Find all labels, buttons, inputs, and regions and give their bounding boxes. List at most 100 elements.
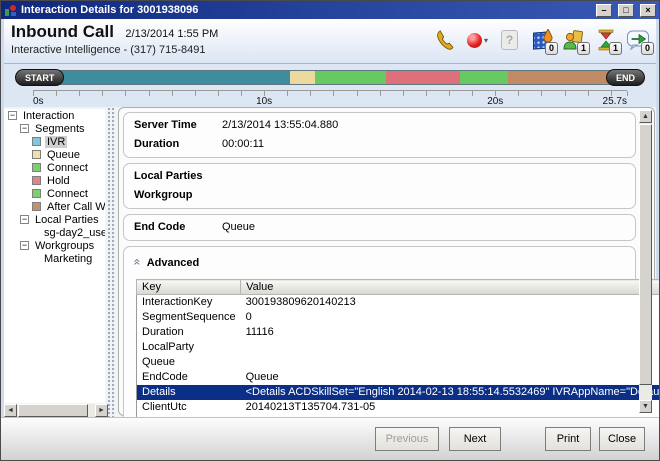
tree-horizontal-scrollbar[interactable]: ◄ ►	[4, 404, 108, 417]
tree-item-local-party-user[interactable]: sg-day2_user	[4, 226, 105, 239]
scroll-up-icon[interactable]: ▲	[639, 110, 652, 123]
tree-item-label[interactable]: Workgroups	[33, 240, 96, 252]
tree-item-segment[interactable]: After Call Wo	[4, 200, 105, 213]
tree-item-workgroups[interactable]: − Workgroups	[4, 239, 105, 252]
maximize-button[interactable]: □	[618, 4, 634, 17]
main-area: − Interaction − Segments IVRQueueConnect…	[4, 107, 656, 417]
collapse-icon[interactable]: −	[8, 111, 17, 120]
record-button[interactable]: ▾	[465, 26, 490, 54]
secure-pause-button-disabled: ?	[497, 26, 522, 54]
collapse-icon[interactable]: −	[20, 215, 29, 224]
advanced-label: Advanced	[147, 257, 200, 269]
title-bar[interactable]: Interaction Details for 3001938096 – □ ×	[1, 1, 659, 19]
tree-item-label[interactable]: IVR	[45, 136, 67, 148]
key-column-header[interactable]: Key	[137, 280, 241, 295]
advanced-table: Key Value InteractionKey3001938096201402…	[136, 279, 660, 430]
record-icon	[467, 33, 482, 48]
tree-item-local-parties[interactable]: − Local Parties	[4, 213, 105, 226]
tree-item-label[interactable]: Hold	[45, 175, 72, 187]
table-row[interactable]: Queue	[137, 355, 660, 370]
table-row[interactable]: ClientUtc20140213T135704.731-05	[137, 400, 660, 415]
tree-item-label[interactable]: Interaction	[21, 110, 76, 122]
tree-item-label[interactable]: Local Parties	[33, 214, 101, 226]
table-cell: <Details ACDSkillSet="English 2014-02-13…	[241, 385, 660, 400]
close-button[interactable]: Close	[599, 427, 645, 451]
timeline-segment-ivr[interactable]	[34, 71, 290, 84]
agent-notes-button[interactable]: 1	[561, 26, 586, 54]
table-row[interactable]: Details<Details ACDSkillSet="English 201…	[137, 385, 660, 400]
table-row[interactable]: LocalParty	[137, 340, 660, 355]
collapse-icon[interactable]: −	[20, 124, 29, 133]
hold-time-button[interactable]: 1	[593, 26, 618, 54]
table-cell	[241, 340, 660, 355]
table-cell: Queue	[137, 355, 241, 370]
scrollbar-thumb[interactable]	[639, 124, 652, 385]
table-cell: SegmentSequence	[137, 310, 241, 325]
timeline-segment-connect[interactable]	[460, 71, 508, 84]
scroll-down-icon[interactable]: ▼	[639, 400, 652, 413]
next-button[interactable]: Next	[449, 427, 501, 451]
tree-splitter[interactable]	[107, 107, 116, 417]
footer-bar: Previous Next Print Close	[1, 417, 659, 460]
call-type-title: Inbound Call	[11, 22, 114, 41]
record-dropdown-icon[interactable]: ▾	[484, 36, 488, 45]
table-cell: InteractionKey	[137, 295, 241, 310]
tree-item-label[interactable]: Connect	[45, 188, 90, 200]
tree-item-segment[interactable]: Queue	[4, 148, 105, 161]
scroll-left-icon[interactable]: ◄	[4, 404, 17, 417]
table-row[interactable]: InteractionKey300193809620140213	[137, 295, 660, 310]
hand-pointer-icon	[542, 29, 554, 43]
tree-item-segments[interactable]: − Segments	[4, 122, 105, 135]
workgroup-label: Workgroup	[134, 186, 222, 205]
call-toolbar: ▾ ? 0 1	[433, 26, 650, 54]
transfer-events-button[interactable]: 0	[625, 26, 650, 54]
collapse-chevron-icon[interactable]: «	[130, 259, 144, 266]
timeline-segment-queue[interactable]	[290, 71, 315, 84]
value-column-header[interactable]: Value	[241, 280, 660, 295]
table-cell: 20140213T135704.731-05	[241, 400, 660, 415]
details-vertical-scrollbar[interactable]: ▲ ▼	[639, 110, 652, 413]
table-row[interactable]: EndCodeQueue	[137, 370, 660, 385]
table-cell: Duration	[137, 325, 241, 340]
duration-label: Duration	[134, 135, 222, 154]
dialpad-events-button[interactable]: 0	[529, 26, 554, 54]
tree-item-workgroup-marketing[interactable]: Marketing	[4, 252, 105, 265]
table-cell	[241, 355, 660, 370]
minimize-button[interactable]: –	[596, 4, 612, 17]
call-header: Inbound Call 2/13/2014 1:55 PM Interacti…	[4, 19, 656, 64]
table-cell: Details	[137, 385, 241, 400]
tree-item-label[interactable]: Marketing	[42, 253, 94, 265]
phone-icon[interactable]	[433, 26, 458, 54]
tree-item-segment[interactable]: Connect	[4, 161, 105, 174]
ruler-tick	[627, 91, 628, 96]
segment-color-icon	[32, 189, 41, 198]
close-window-button[interactable]: ×	[640, 4, 656, 17]
tree-item-segment[interactable]: Connect	[4, 187, 105, 200]
tree-item-interaction[interactable]: − Interaction	[4, 109, 105, 122]
tree-item-segment[interactable]: IVR	[4, 135, 105, 148]
table-header-row: Key Value	[137, 280, 660, 295]
tree-item-label[interactable]: Connect	[45, 162, 90, 174]
tree-item-label[interactable]: Queue	[45, 149, 82, 161]
ruler-tick-label: 20s	[487, 96, 503, 107]
interaction-tree: − Interaction − Segments IVRQueueConnect…	[4, 109, 105, 403]
tree-item-label[interactable]: Segments	[33, 123, 87, 135]
server-time-value: 2/13/2014 13:55:04.880	[222, 116, 338, 135]
timeline-segment-connect[interactable]	[315, 71, 386, 84]
print-button[interactable]: Print	[545, 427, 591, 451]
table-cell: ClientUtc	[137, 400, 241, 415]
table-row[interactable]: SegmentSequence0	[137, 310, 660, 325]
tree-item-label[interactable]: sg-day2_user	[42, 227, 105, 239]
scrollbar-thumb[interactable]	[18, 404, 88, 417]
segment-color-icon	[32, 202, 41, 211]
table-row[interactable]: Duration11116	[137, 325, 660, 340]
ruler-tick-label: 10s	[256, 96, 272, 107]
call-subtitle: Interactive Intelligence - (317) 715-849…	[11, 44, 218, 56]
agent-badge: 1	[577, 42, 590, 55]
timeline-segment-hold[interactable]	[386, 71, 460, 84]
timeline-segments[interactable]	[33, 70, 627, 85]
tree-item-segment[interactable]: Hold	[4, 174, 105, 187]
tree-item-label[interactable]: After Call Wo	[45, 201, 105, 213]
collapse-icon[interactable]: −	[20, 241, 29, 250]
table-cell: LocalParty	[137, 340, 241, 355]
